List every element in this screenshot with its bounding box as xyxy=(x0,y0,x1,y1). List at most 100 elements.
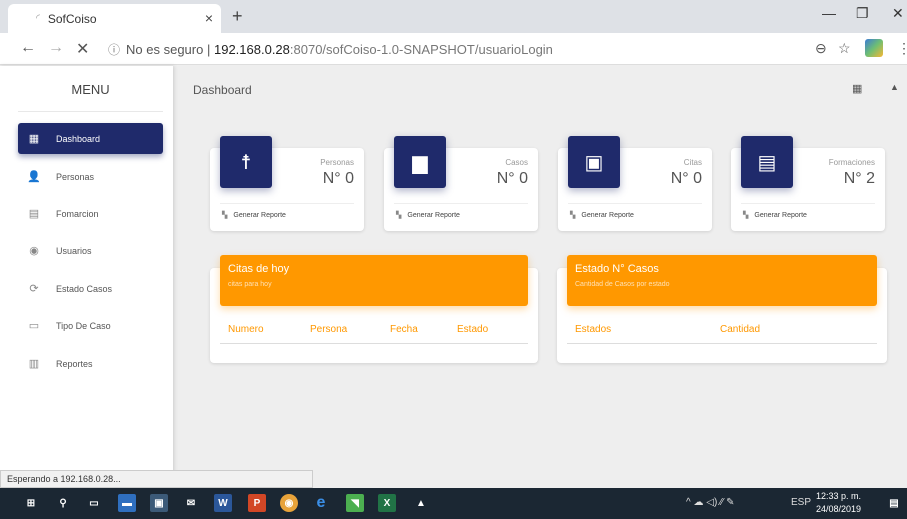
mail-icon[interactable]: ✉ xyxy=(182,494,200,512)
copy-icon: ▚ xyxy=(570,212,576,219)
sidebar-item-tipo-de-caso[interactable]: ▭ Tipo De Caso xyxy=(18,310,163,341)
sidebar-item-reportes[interactable]: ▥ Reportes xyxy=(18,348,163,379)
task-view-icon[interactable]: ▭ xyxy=(85,494,103,512)
tab-close-icon[interactable]: × xyxy=(205,10,213,26)
url-separator: | xyxy=(206,42,211,57)
sidebar-item-dashboard[interactable]: ▦ Dashboard xyxy=(18,123,163,154)
back-button[interactable]: ← xyxy=(20,39,36,57)
file-explorer-icon[interactable]: ▬ xyxy=(118,494,136,512)
sidebar: MENU ▦ Dashboard 👤 Personas ▤ Fomarcion ◉ Usuar… xyxy=(0,66,173,488)
sync-icon: ⟳ xyxy=(29,283,39,295)
photos-icon[interactable]: ▲ xyxy=(412,494,430,512)
sidebar-item-label: Reportes xyxy=(56,358,93,369)
copy-icon: ▚ xyxy=(396,212,402,219)
card-value: N° 0 xyxy=(322,170,354,187)
windows-start-icon[interactable]: ⊞ xyxy=(22,494,40,512)
dashboard-icon: ▦ xyxy=(28,133,40,145)
loading-icon: ◜ xyxy=(36,13,40,24)
citas-table-header: Numero Persona Fecha Estado xyxy=(220,324,528,344)
citas-title: Citas de hoy xyxy=(228,263,290,275)
dashboard-icon[interactable]: ▦ xyxy=(852,82,862,95)
column-header-persona: Persona xyxy=(310,324,348,335)
column-header-estados: Estados xyxy=(575,324,612,335)
estado-subtitle: Cantidad de Casos por estado xyxy=(575,281,670,288)
card-category: Personas xyxy=(320,158,354,167)
taskbar: ⊞ ⚲ ▭ ▬ ▣ ✉ W P ◉ e ◥ X ▲ ^ ☁ ◁) ⁄⁄ ✎ ES… xyxy=(0,488,907,519)
sidebar-item-label: Personas xyxy=(56,171,95,182)
column-header-fecha: Fecha xyxy=(390,324,418,335)
edge-icon[interactable]: e xyxy=(312,494,330,512)
stat-card-formaciones: ▤ Formaciones N° 2 ▚ Generar Reporte xyxy=(731,136,885,231)
card-category: Citas xyxy=(683,158,702,167)
sidebar-item-personas[interactable]: 👤 Personas xyxy=(18,161,163,192)
security-label: No es seguro xyxy=(126,42,204,57)
search-icon[interactable]: ⚲ xyxy=(54,494,72,512)
copy-icon: ▚ xyxy=(222,212,228,219)
folder-icon: ▭ xyxy=(28,320,40,332)
zoom-icon[interactable]: ⊖ xyxy=(815,40,827,57)
account-circle-icon: ◉ xyxy=(29,245,39,257)
generate-report-link[interactable]: ▚ Generar Reporte xyxy=(570,211,634,220)
sidebar-item-label: Tipo De Caso xyxy=(56,320,111,331)
language-indicator[interactable]: ESP xyxy=(791,497,811,508)
clock-date: 24/08/2019 xyxy=(816,504,862,514)
info-icon[interactable]: ⓘ xyxy=(108,43,120,57)
notification-icon[interactable]: ▤ xyxy=(885,494,903,512)
citas-subtitle: citas para hoy xyxy=(228,281,272,288)
content-paste-icon: ▤ xyxy=(28,208,40,220)
minimize-button[interactable]: — xyxy=(822,5,836,21)
photo-app-icon[interactable]: ◥ xyxy=(346,494,364,512)
person-icon[interactable]: ▲ xyxy=(890,82,899,92)
stat-card-citas: ▣ Citas N° 0 ▚ Generar Reporte xyxy=(558,136,712,231)
generate-report-label: Generar Reporte xyxy=(407,211,460,219)
sidebar-item-label: Fomarcion xyxy=(56,208,99,219)
clock[interactable]: 12:33 p. m. 24/08/2019 xyxy=(816,490,861,516)
close-window-button[interactable]: ✕ xyxy=(892,5,904,22)
card-divider xyxy=(220,203,354,204)
chrome-icon[interactable]: ◉ xyxy=(280,494,298,512)
person-icon: 👤 xyxy=(27,171,41,183)
card-value: N° 2 xyxy=(843,170,875,187)
stat-card-personas: ☨ Personas N° 0 ▚ Generar Reporte xyxy=(210,136,364,231)
stop-button[interactable]: ✕ xyxy=(76,39,89,59)
column-header-numero: Numero xyxy=(228,324,264,335)
estado-panel: Estado N° Casos Cantidad de Casos por es… xyxy=(557,255,887,363)
url-path: :8070/sofCoiso-1.0-SNAPSHOT/usuarioLogin xyxy=(289,42,553,57)
new-tab-button[interactable]: + xyxy=(232,6,243,27)
card-value: N° 0 xyxy=(670,170,702,187)
generate-report-label: Generar Reporte xyxy=(754,211,807,219)
generate-report-link[interactable]: ▚ Generar Reporte xyxy=(396,211,460,220)
bookmark-star-icon[interactable]: ☆ xyxy=(838,40,851,57)
store-icon[interactable]: ▣ xyxy=(150,494,168,512)
card-divider xyxy=(394,203,528,204)
word-icon[interactable]: W xyxy=(214,494,232,512)
generate-report-link[interactable]: ▚ Generar Reporte xyxy=(222,211,286,220)
event-note-icon: ▤ xyxy=(741,136,793,188)
browser-menu-icon[interactable]: ⋮ xyxy=(897,40,907,57)
copy-icon: ▚ xyxy=(743,212,749,219)
sidebar-item-fomarcion[interactable]: ▤ Fomarcion xyxy=(18,198,163,229)
column-header-estado: Estado xyxy=(457,324,489,335)
accessibility-icon: ☨ xyxy=(220,136,272,188)
page-title: Dashboard xyxy=(193,83,252,97)
sidebar-item-estado-casos[interactable]: ⟳ Estado Casos xyxy=(18,273,163,304)
status-bar: Esperando a 192.168.0.28... xyxy=(0,470,313,488)
generate-report-label: Generar Reporte xyxy=(581,211,634,219)
citas-panel: Citas de hoy citas para hoy Numero Perso… xyxy=(210,255,538,363)
sidebar-item-label: Dashboard xyxy=(56,133,101,144)
maximize-button[interactable]: ❐ xyxy=(856,5,869,22)
sidebar-item-label: Estado Casos xyxy=(56,283,113,294)
column-header-cantidad: Cantidad xyxy=(720,324,761,335)
calendar-icon: ▣ xyxy=(568,136,620,188)
profile-avatar[interactable] xyxy=(865,39,883,57)
excel-icon[interactable]: X xyxy=(378,494,396,512)
sidebar-item-label: Usuarios xyxy=(56,245,92,256)
url-field[interactable]: ⓘ No es seguro | 192.168.0.28:8070/sofCoi… xyxy=(108,41,553,58)
sidebar-item-usuarios[interactable]: ◉ Usuarios xyxy=(18,235,163,266)
url-host: 192.168.0.28 xyxy=(213,42,290,57)
forward-button[interactable]: → xyxy=(48,39,64,57)
browser-tab[interactable]: ◜ SofCoiso × xyxy=(8,4,221,33)
powerpoint-icon[interactable]: P xyxy=(248,494,266,512)
generate-report-link[interactable]: ▚ Generar Reporte xyxy=(743,211,807,220)
system-tray-icons[interactable]: ^ ☁ ◁) ⁄⁄ ✎ xyxy=(686,497,735,508)
